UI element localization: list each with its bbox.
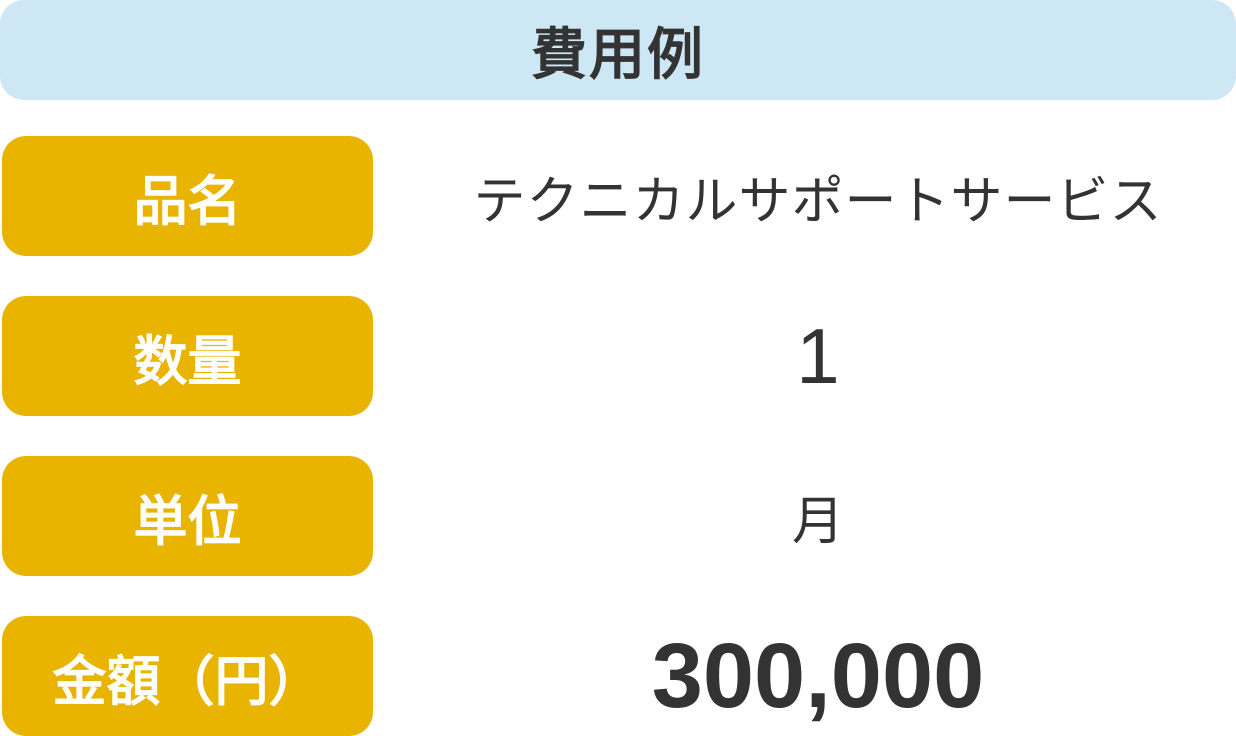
label-box-product-name: 品名 [2,136,373,256]
cost-example-header: 費用例 [0,0,1236,100]
label-box-unit: 単位 [2,456,373,576]
value-product-name: テクニカルサポートサービス [473,171,1163,232]
row-amount: 金額（円） 300,000 [0,616,1236,736]
value-amount: 300,000 [651,624,985,727]
value-cell-amount: 300,000 [400,616,1236,736]
header-title: 費用例 [531,22,705,88]
value-cell-product-name: テクニカルサポートサービス [400,136,1236,256]
row-unit: 単位 月 [0,456,1236,576]
label-box-quantity: 数量 [2,296,373,416]
value-cell-unit: 月 [400,456,1236,576]
value-unit: 月 [791,491,844,552]
row-product-name: 品名 テクニカルサポートサービス [0,136,1236,256]
value-quantity: 1 [796,311,840,400]
label-quantity: 数量 [133,329,242,393]
label-amount: 金額（円） [52,649,323,713]
value-cell-quantity: 1 [400,296,1236,416]
row-quantity: 数量 1 [0,296,1236,416]
label-unit: 単位 [133,489,242,553]
label-box-amount: 金額（円） [2,616,373,736]
label-product-name: 品名 [133,169,242,233]
